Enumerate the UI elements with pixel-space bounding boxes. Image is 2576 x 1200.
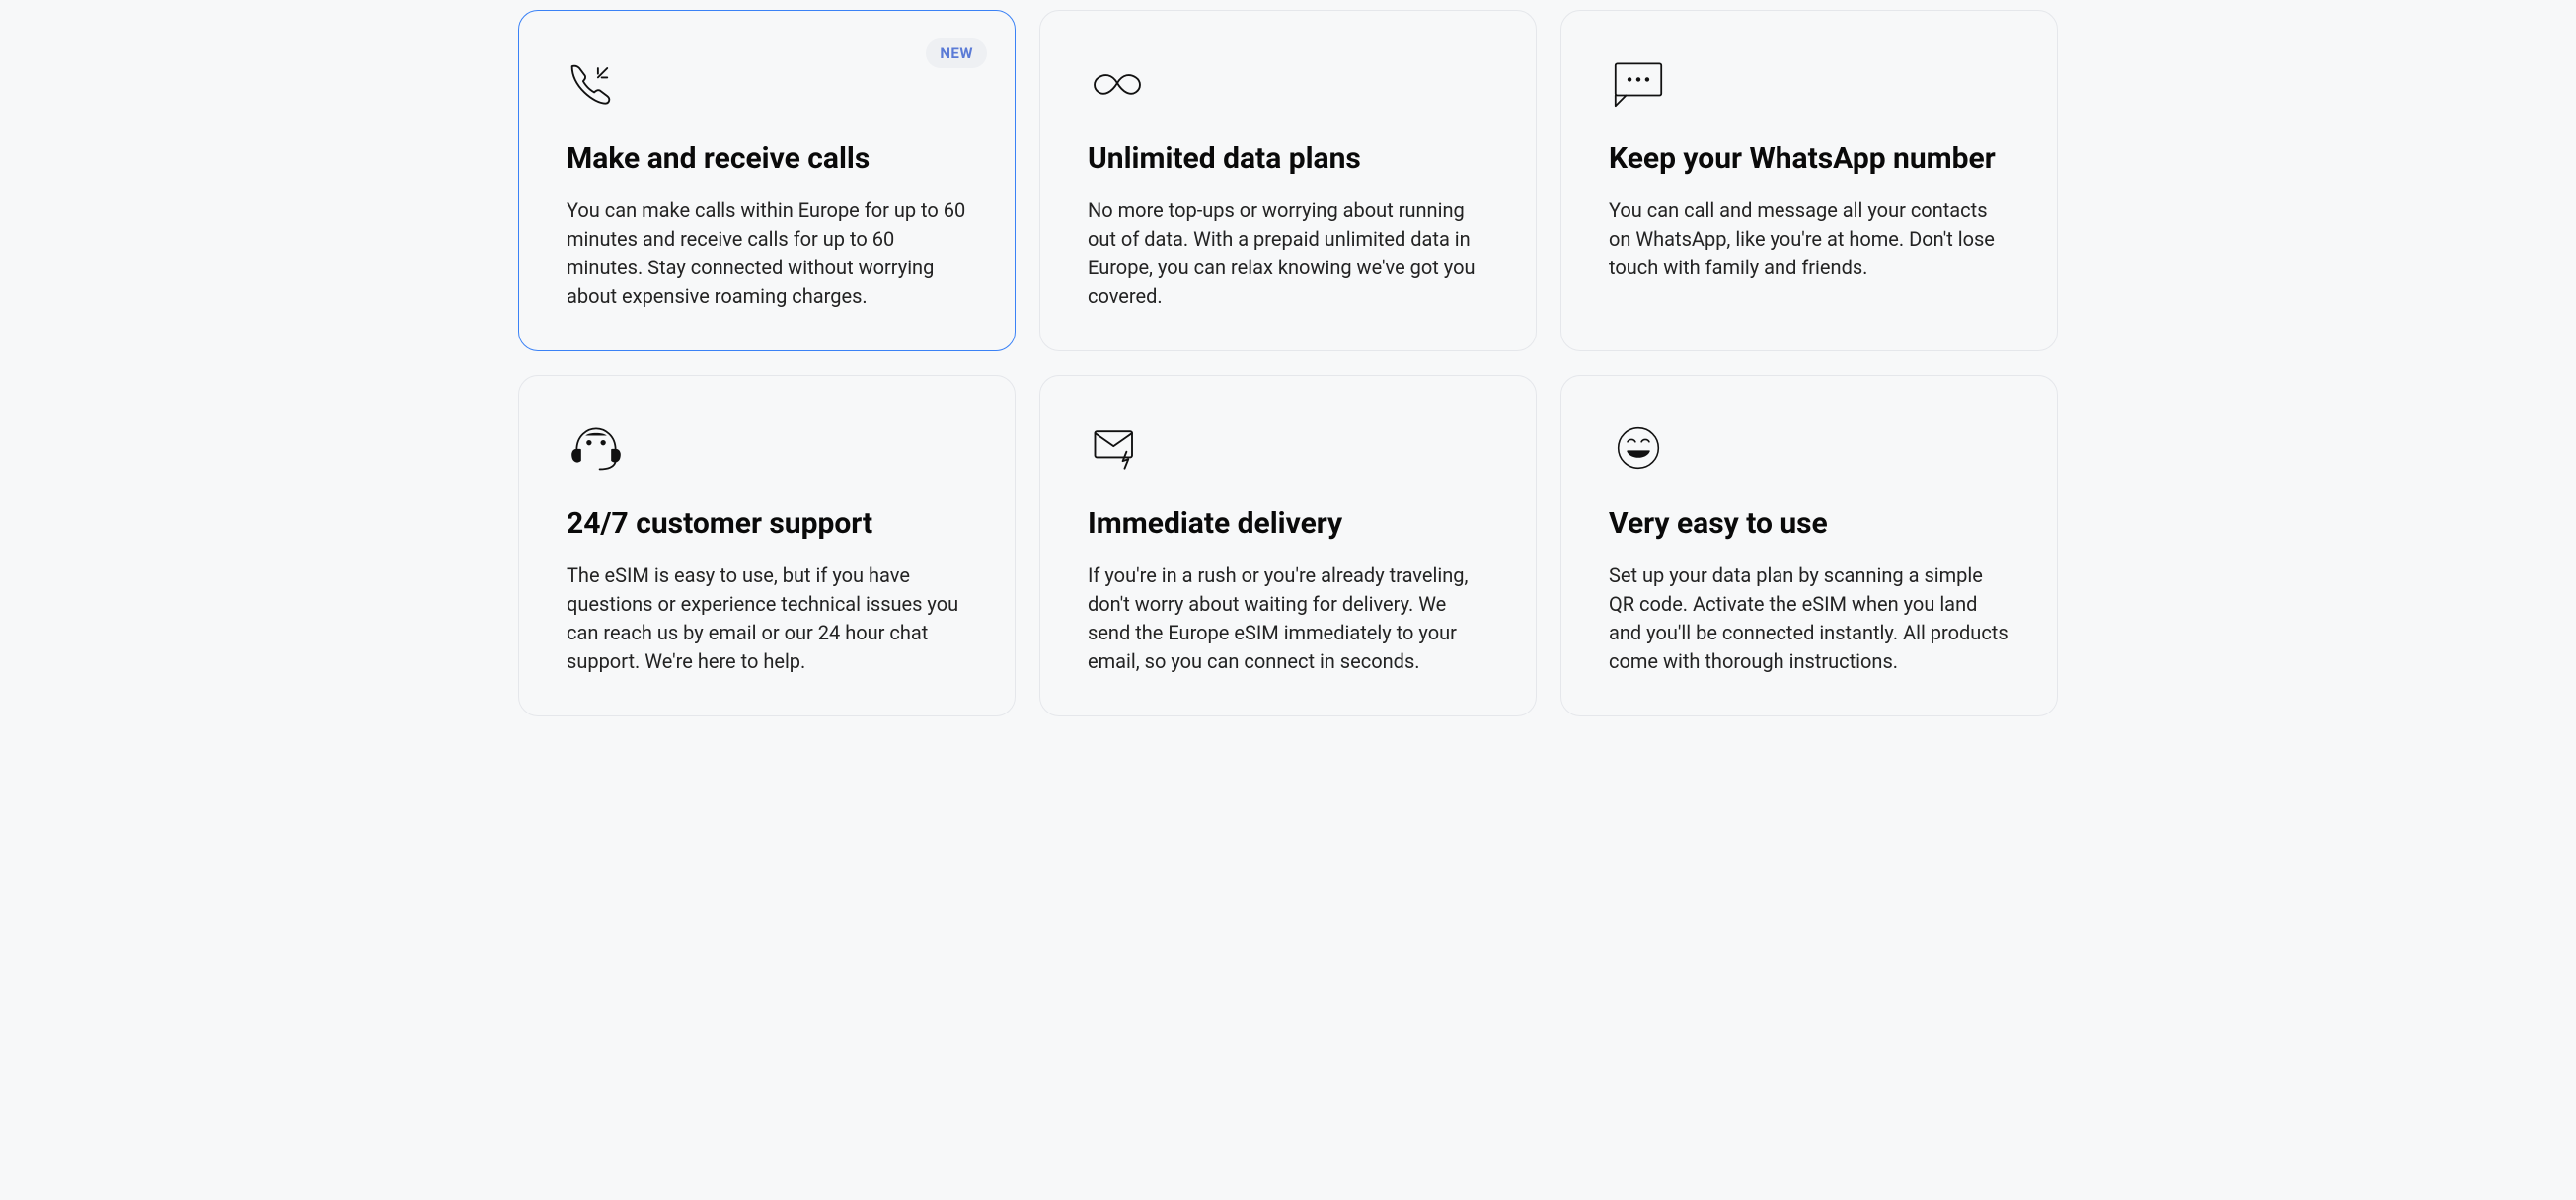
feature-card-calls: NEW Make and receive calls You can make … <box>518 10 1016 351</box>
features-grid: NEW Make and receive calls You can make … <box>518 10 2058 716</box>
chat-icon <box>1609 58 2009 117</box>
feature-title: Keep your WhatsApp number <box>1609 141 2009 177</box>
phone-icon <box>567 58 967 117</box>
new-badge: NEW <box>926 38 987 68</box>
feature-card-delivery: Immediate delivery If you're in a rush o… <box>1039 375 1537 716</box>
feature-body: If you're in a rush or you're already tr… <box>1088 562 1488 676</box>
feature-body: You can call and message all your contac… <box>1609 196 2009 282</box>
feature-body: You can make calls within Europe for up … <box>567 196 967 311</box>
feature-card-whatsapp: Keep your WhatsApp number You can call a… <box>1560 10 2058 351</box>
feature-title: Very easy to use <box>1609 506 2009 542</box>
email-fast-icon <box>1088 423 1488 483</box>
feature-card-unlimited: Unlimited data plans No more top-ups or … <box>1039 10 1537 351</box>
feature-title: 24/7 customer support <box>567 506 967 542</box>
headset-icon <box>567 423 967 483</box>
infinity-icon <box>1088 58 1488 117</box>
feature-body: No more top-ups or worrying about runnin… <box>1088 196 1488 311</box>
feature-body: The eSIM is easy to use, but if you have… <box>567 562 967 676</box>
feature-title: Unlimited data plans <box>1088 141 1488 177</box>
feature-title: Make and receive calls <box>567 141 967 177</box>
feature-card-easy: Very easy to use Set up your data plan b… <box>1560 375 2058 716</box>
feature-title: Immediate delivery <box>1088 506 1488 542</box>
smile-icon <box>1609 423 2009 483</box>
feature-card-support: 24/7 customer support The eSIM is easy t… <box>518 375 1016 716</box>
feature-body: Set up your data plan by scanning a simp… <box>1609 562 2009 676</box>
